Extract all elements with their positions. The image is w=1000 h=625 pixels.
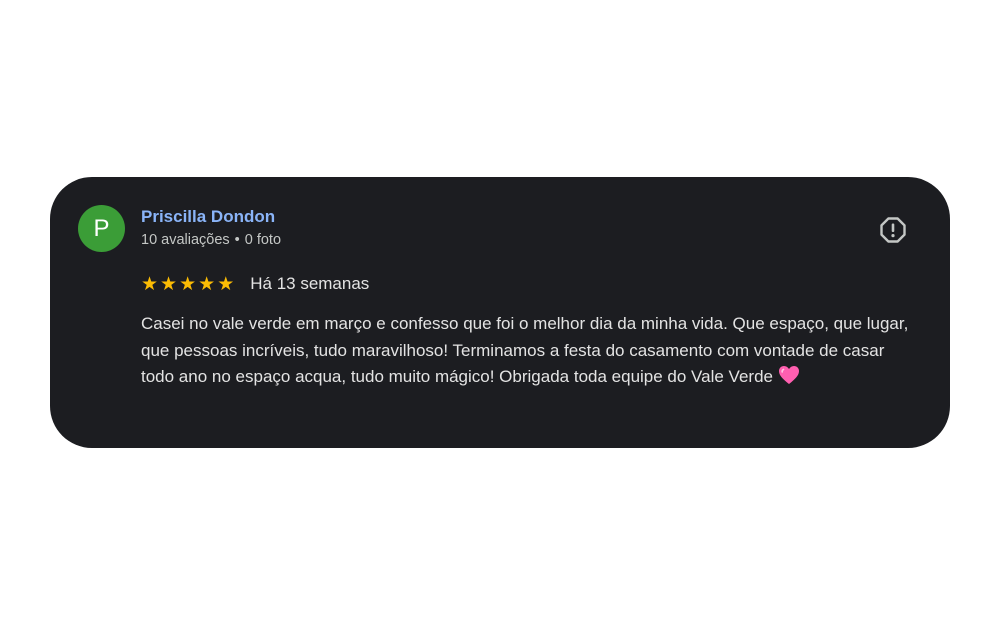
reviewer-name[interactable]: Priscilla Dondon <box>141 207 275 227</box>
review-date: Há 13 semanas <box>250 274 370 293</box>
review-text: Casei no vale verde em março e confesso … <box>141 311 916 394</box>
photos-count: 0 foto <box>244 232 282 248</box>
star-icon: ★ <box>141 273 159 295</box>
star-icon: ★ <box>217 273 235 295</box>
reviews-count: 10 avaliações <box>141 232 230 248</box>
avatar[interactable]: P <box>78 205 125 252</box>
rating-row: ★ ★ ★ ★ ★ Há 13 semanas <box>141 273 369 295</box>
star-icon: ★ <box>179 273 197 295</box>
star-icon: ★ <box>198 273 216 295</box>
star-rating: ★ ★ ★ ★ ★ <box>141 275 234 294</box>
reviewer-meta: 10 avaliações • 0 foto <box>141 232 281 248</box>
star-icon: ★ <box>160 273 178 295</box>
pink-heart-icon <box>778 365 800 394</box>
report-icon[interactable] <box>878 215 908 245</box>
meta-separator: • <box>234 232 240 248</box>
review-card: P Priscilla Dondon 10 avaliações • 0 foto … <box>50 177 950 448</box>
